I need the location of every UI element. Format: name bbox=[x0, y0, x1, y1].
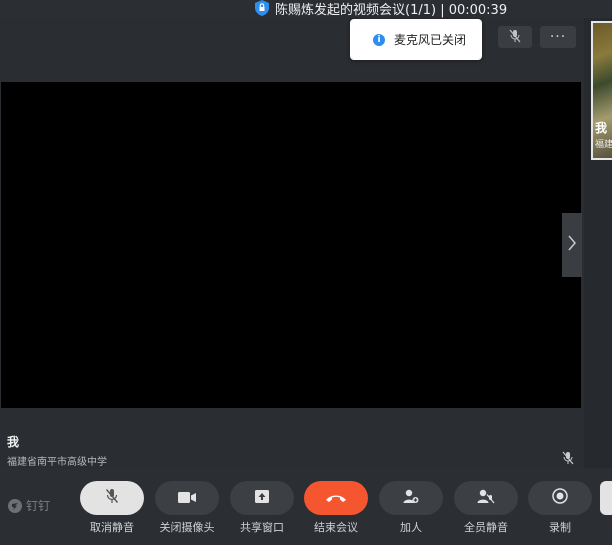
mic-muted-icon bbox=[509, 28, 521, 47]
add-person-button[interactable] bbox=[379, 481, 443, 515]
participant-name: 我 bbox=[7, 435, 20, 449]
record-label: 录制 bbox=[549, 521, 571, 534]
more-options-button[interactable]: ··· bbox=[540, 26, 576, 48]
record-icon bbox=[552, 488, 568, 508]
camera-icon bbox=[177, 489, 197, 508]
toast-message: 麦克风已关闭 bbox=[394, 33, 467, 47]
meeting-toolbar: 钉钉 取消静音 关闭摄像头 共享窗口 结束会议 加人 全员静音 录制 bbox=[0, 468, 612, 545]
hangup-icon bbox=[325, 489, 347, 508]
record-button[interactable] bbox=[528, 481, 592, 515]
mic-toggle-button[interactable] bbox=[498, 26, 532, 48]
end-meeting-button[interactable] bbox=[304, 481, 368, 515]
dingtalk-icon bbox=[8, 498, 22, 513]
add-person-icon bbox=[403, 488, 419, 508]
window-title: 陈赐炼发起的视频会议(1/1) | 00:00:39 bbox=[275, 2, 508, 18]
share-window-icon bbox=[254, 489, 270, 508]
more-icon: ··· bbox=[549, 29, 567, 45]
participant-thumbnail[interactable]: 我 福建省南平市高级中学 bbox=[591, 21, 612, 160]
title-wrap: 陈赐炼发起的视频会议(1/1) | 00:00:39 bbox=[255, 0, 508, 18]
mute-all-button[interactable] bbox=[454, 481, 518, 515]
chevron-right-icon bbox=[567, 234, 577, 256]
participant-sidebar: 我 福建省南平市高级中学 bbox=[584, 18, 612, 468]
brand-label: 钉钉 bbox=[26, 499, 51, 513]
more-toolbar-button[interactable] bbox=[600, 481, 612, 515]
mic-muted-icon bbox=[105, 488, 119, 508]
share-window-button[interactable] bbox=[230, 481, 294, 515]
next-page-button[interactable] bbox=[562, 213, 582, 277]
mute-all-icon bbox=[477, 488, 495, 508]
thumbnail-name: 我 bbox=[595, 121, 608, 135]
unmute-button[interactable] bbox=[80, 481, 144, 515]
participant-org: 福建省南平市高级中学 bbox=[7, 457, 107, 468]
mic-muted-icon bbox=[562, 450, 574, 469]
info-icon: i bbox=[373, 33, 385, 46]
lock-shield-icon bbox=[255, 0, 269, 16]
thumbnail-org: 福建省南平市高级中学 bbox=[595, 140, 612, 150]
main-video bbox=[1, 82, 581, 408]
camera-off-button[interactable] bbox=[155, 481, 219, 515]
mic-off-toast: i 麦克风已关闭 bbox=[350, 19, 482, 60]
brand-logo: 钉钉 bbox=[8, 497, 50, 514]
participant-nameplate: 我 福建省南平市高级中学 bbox=[0, 408, 584, 468]
title-bar: 陈赐炼发起的视频会议(1/1) | 00:00:39 bbox=[0, 0, 612, 18]
